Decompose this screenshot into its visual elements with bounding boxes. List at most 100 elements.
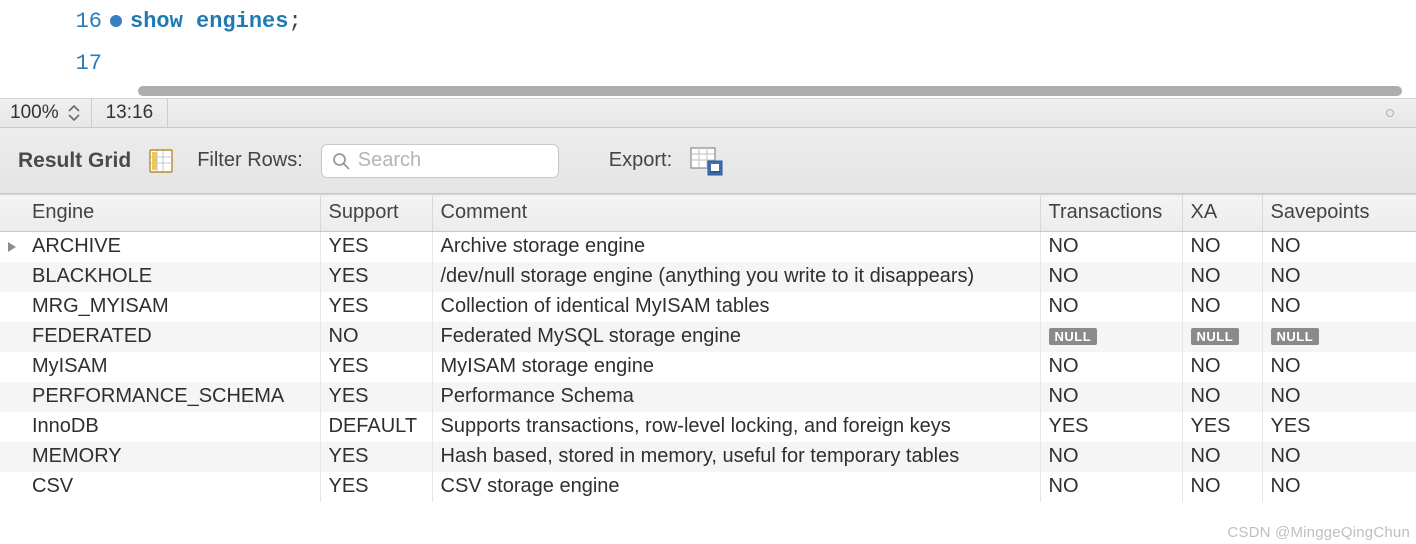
row-current-marker [0,352,24,382]
table-row[interactable]: InnoDBDEFAULTSupports transactions, row-… [0,412,1416,442]
cell-support[interactable]: YES [320,292,432,322]
column-header-xa[interactable]: XA [1182,195,1262,232]
cell-comment[interactable]: Supports transactions, row-level locking… [432,412,1040,442]
cell-savepoints[interactable]: NO [1262,442,1416,472]
scrollbar-thumb[interactable] [138,86,1402,96]
editor-statusbar: 100% 13:16 [0,98,1416,128]
table-row[interactable]: MEMORYYESHash based, stored in memory, u… [0,442,1416,472]
row-current-marker [0,412,24,442]
sql-editor[interactable]: 16 show engines; 17 [0,0,1416,98]
cell-savepoints[interactable]: NO [1262,382,1416,412]
cell-transactions[interactable]: NO [1040,472,1182,502]
cell-transactions[interactable]: NO [1040,292,1182,322]
cell-comment[interactable]: CSV storage engine [432,472,1040,502]
breakpoint-marker[interactable] [110,15,122,27]
cell-comment[interactable]: Hash based, stored in memory, useful for… [432,442,1040,472]
cell-engine[interactable]: FEDERATED [24,322,320,352]
column-header-transactions[interactable]: Transactions [1040,195,1182,232]
cell-transactions[interactable]: YES [1040,412,1182,442]
cell-support[interactable]: YES [320,382,432,412]
cell-transactions[interactable]: NO [1040,232,1182,263]
column-header-support[interactable]: Support [320,195,432,232]
cell-engine[interactable]: InnoDB [24,412,320,442]
cell-xa[interactable]: YES [1182,412,1262,442]
cell-support[interactable]: DEFAULT [320,412,432,442]
table-row[interactable]: ARCHIVEYESArchive storage engineNONONO [0,232,1416,263]
row-current-marker [0,382,24,412]
row-current-marker [0,262,24,292]
table-row[interactable]: MRG_MYISAMYESCollection of identical MyI… [0,292,1416,322]
cell-xa[interactable]: NO [1182,292,1262,322]
cell-comment[interactable]: Archive storage engine [432,232,1040,263]
table-row[interactable]: PERFORMANCE_SCHEMAYESPerformance SchemaN… [0,382,1416,412]
chevron-up-icon[interactable] [67,105,81,113]
editor-line[interactable]: 17 [0,42,1416,84]
zoom-control[interactable]: 100% [0,99,92,127]
cell-savepoints[interactable]: YES [1262,412,1416,442]
cell-xa[interactable]: NO [1182,352,1262,382]
table-row[interactable]: CSVYESCSV storage engineNONONO [0,472,1416,502]
filter-rows-input[interactable] [358,149,548,172]
cell-comment[interactable]: /dev/null storage engine (anything you w… [432,262,1040,292]
cell-comment[interactable]: Collection of identical MyISAM tables [432,292,1040,322]
column-header-savepoints[interactable]: Savepoints [1262,195,1416,232]
cell-support[interactable]: YES [320,472,432,502]
table-header[interactable]: Engine Support Comment Transactions XA S… [0,195,1416,232]
cell-transactions[interactable]: NO [1040,382,1182,412]
cell-transactions[interactable]: NO [1040,262,1182,292]
row-current-marker [0,472,24,502]
cell-transactions[interactable]: NO [1040,442,1182,472]
cell-xa[interactable]: NO [1182,262,1262,292]
editor-horizontal-scrollbar[interactable] [130,84,1416,98]
cell-savepoints[interactable]: NO [1262,472,1416,502]
cell-engine[interactable]: PERFORMANCE_SCHEMA [24,382,320,412]
result-table[interactable]: Engine Support Comment Transactions XA S… [0,194,1416,502]
cell-savepoints[interactable]: NO [1262,292,1416,322]
cell-support[interactable]: YES [320,262,432,292]
editor-gutter[interactable]: 16 [0,9,130,34]
editor-line[interactable]: 16 show engines; [0,0,1416,42]
chevron-down-icon[interactable] [67,113,81,121]
table-body[interactable]: ARCHIVEYESArchive storage engineNONONOBL… [0,232,1416,503]
cell-support[interactable]: YES [320,442,432,472]
cell-xa[interactable]: NO [1182,382,1262,412]
cell-savepoints[interactable]: NO [1262,352,1416,382]
cell-transactions[interactable]: NO [1040,352,1182,382]
table-row[interactable]: MyISAMYESMyISAM storage engineNONONO [0,352,1416,382]
cell-engine[interactable]: ARCHIVE [24,232,320,263]
cell-engine[interactable]: MEMORY [24,442,320,472]
column-header-comment[interactable]: Comment [432,195,1040,232]
cell-support[interactable]: YES [320,232,432,263]
cell-xa[interactable]: NULL [1182,322,1262,352]
cell-engine[interactable]: CSV [24,472,320,502]
cell-support[interactable]: YES [320,352,432,382]
table-row[interactable]: BLACKHOLEYES/dev/null storage engine (an… [0,262,1416,292]
breakpoint-slot[interactable] [110,57,122,69]
table-row[interactable]: FEDERATEDNOFederated MySQL storage engin… [0,322,1416,352]
cell-engine[interactable]: MyISAM [24,352,320,382]
cell-xa[interactable]: NO [1182,472,1262,502]
cell-engine[interactable]: BLACKHOLE [24,262,320,292]
export-button[interactable] [690,147,720,175]
cell-xa[interactable]: NO [1182,232,1262,263]
result-grid[interactable]: Engine Support Comment Transactions XA S… [0,194,1416,502]
editor-code[interactable]: show engines; [130,9,302,34]
cell-savepoints[interactable]: NO [1262,262,1416,292]
column-header-engine[interactable]: Engine [24,195,320,232]
cell-transactions[interactable]: NULL [1040,322,1182,352]
cell-comment[interactable]: MyISAM storage engine [432,352,1040,382]
cell-comment[interactable]: Performance Schema [432,382,1040,412]
result-toolbar: Result Grid Filter Rows: Export: [0,128,1416,194]
filter-rows-search[interactable] [321,144,559,178]
cell-engine[interactable]: MRG_MYISAM [24,292,320,322]
row-current-marker [0,442,24,472]
cell-comment[interactable]: Federated MySQL storage engine [432,322,1040,352]
editor-gutter[interactable]: 17 [0,51,130,76]
zoom-stepper[interactable] [67,105,83,121]
cell-support[interactable]: NO [320,322,432,352]
cell-savepoints[interactable]: NULL [1262,322,1416,352]
result-grid-icon[interactable] [149,149,173,173]
cell-xa[interactable]: NO [1182,442,1262,472]
cell-savepoints[interactable]: NO [1262,232,1416,263]
watermark: CSDN @MinggeQingChun [1227,524,1410,541]
